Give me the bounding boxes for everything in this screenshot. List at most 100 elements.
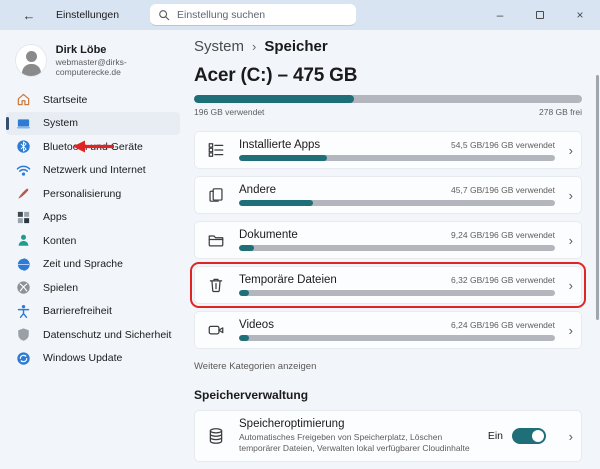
chevron-right-icon: › bbox=[555, 323, 573, 338]
back-button[interactable]: ← bbox=[14, 8, 44, 23]
storage-sense-description: Automatisches Freigeben von Speicherplat… bbox=[239, 432, 478, 454]
sidebar-item-barrierefreiheit[interactable]: Barrierefreiheit bbox=[6, 300, 180, 324]
sidebar-item-apps[interactable]: Apps bbox=[6, 206, 180, 230]
system-icon bbox=[16, 116, 31, 131]
other-files-icon bbox=[207, 186, 225, 204]
sidebar-item-bluetooth[interactable]: Bluetooth und Geräte bbox=[6, 135, 180, 159]
chevron-right-icon: › bbox=[555, 143, 573, 158]
category-progress-fill bbox=[239, 200, 313, 206]
category-usage: 6,24 GB/196 GB verwendet bbox=[451, 320, 555, 330]
person-icon bbox=[16, 233, 31, 248]
user-email: webmaster@dirks-computerecke.de bbox=[56, 57, 186, 77]
update-icon bbox=[16, 351, 31, 366]
maximize-icon bbox=[536, 11, 544, 19]
category-usage: 9,24 GB/196 GB verwendet bbox=[451, 230, 555, 240]
sidebar-item-windows-update[interactable]: Windows Update bbox=[6, 347, 180, 371]
sidebar-item-spielen[interactable]: Spielen bbox=[6, 276, 180, 300]
title-bar: ← Einstellungen – × bbox=[0, 0, 600, 30]
xbox-icon bbox=[16, 280, 31, 295]
documents-folder-icon bbox=[207, 231, 225, 249]
breadcrumb-separator-icon: › bbox=[252, 39, 256, 54]
sidebar-item-system[interactable]: System bbox=[6, 112, 180, 136]
installed-apps-icon bbox=[207, 141, 225, 159]
chevron-right-icon: › bbox=[555, 429, 573, 444]
settings-sidebar: Dirk Löbe webmaster@dirks-computerecke.d… bbox=[0, 30, 186, 469]
drive-title: Acer (C:) – 475 GB bbox=[194, 65, 582, 87]
category-label: Andere bbox=[239, 184, 276, 196]
home-icon bbox=[16, 92, 31, 107]
shield-icon bbox=[16, 327, 31, 342]
drive-progress-track bbox=[194, 95, 582, 103]
storage-category-list: Installierte Apps 54,5 GB/196 GB verwend… bbox=[194, 131, 582, 349]
vertical-scrollbar[interactable] bbox=[596, 75, 599, 320]
database-icon bbox=[207, 427, 225, 445]
window-title: Einstellungen bbox=[56, 9, 119, 21]
breadcrumb: System › Speicher bbox=[194, 38, 582, 55]
category-label: Installierte Apps bbox=[239, 139, 320, 151]
sidebar-item-konten[interactable]: Konten bbox=[6, 229, 180, 253]
drive-progress-fill bbox=[194, 95, 354, 103]
sidebar-nav: Startseite System Bluetooth und Geräte N… bbox=[0, 88, 186, 370]
sidebar-item-startseite[interactable]: Startseite bbox=[6, 88, 180, 112]
storage-sense-row[interactable]: Speicheroptimierung Automatisches Freige… bbox=[194, 410, 582, 462]
breadcrumb-current: Speicher bbox=[264, 38, 327, 55]
category-progress-fill bbox=[239, 245, 254, 251]
settings-search-box[interactable] bbox=[150, 4, 356, 26]
chevron-right-icon: › bbox=[555, 233, 573, 248]
category-row-installierte-apps[interactable]: Installierte Apps 54,5 GB/196 GB verwend… bbox=[194, 131, 582, 169]
category-progress-fill bbox=[239, 290, 249, 296]
storage-sense-label: Speicheroptimierung bbox=[239, 418, 478, 430]
storage-management-heading: Speicherverwaltung bbox=[194, 388, 582, 402]
sidebar-item-personalisierung[interactable]: Personalisierung bbox=[6, 182, 180, 206]
accessibility-icon bbox=[16, 304, 31, 319]
category-usage: 54,5 GB/196 GB verwendet bbox=[451, 140, 555, 150]
sidebar-item-label: Netzwerk und Internet bbox=[43, 164, 146, 176]
category-progress-track bbox=[239, 335, 555, 341]
category-usage: 45,7 GB/196 GB verwendet bbox=[451, 185, 555, 195]
apps-grid-icon bbox=[16, 210, 31, 225]
close-button[interactable]: × bbox=[560, 0, 600, 30]
toggle-state-label: Ein bbox=[488, 430, 503, 442]
show-more-categories-link[interactable]: Weitere Kategorien anzeigen bbox=[194, 361, 316, 372]
drive-free-label: 278 GB frei bbox=[539, 107, 582, 117]
chevron-right-icon: › bbox=[555, 188, 573, 203]
sidebar-item-label: Apps bbox=[43, 211, 67, 223]
sidebar-item-datenschutz[interactable]: Datenschutz und Sicherheit bbox=[6, 323, 180, 347]
user-profile[interactable]: Dirk Löbe webmaster@dirks-computerecke.d… bbox=[0, 40, 186, 80]
drive-used-label: 196 GB verwendet bbox=[194, 107, 264, 117]
category-row-andere[interactable]: Andere 45,7 GB/196 GB verwendet › bbox=[194, 176, 582, 214]
category-progress-track bbox=[239, 200, 555, 206]
breadcrumb-parent[interactable]: System bbox=[194, 38, 244, 55]
category-label: Videos bbox=[239, 319, 274, 331]
sidebar-item-label: System bbox=[43, 117, 78, 129]
sidebar-item-label: Windows Update bbox=[43, 352, 122, 364]
search-icon bbox=[158, 9, 170, 21]
category-progress-track bbox=[239, 290, 555, 296]
sidebar-item-label: Startseite bbox=[43, 94, 87, 106]
category-progress-fill bbox=[239, 335, 249, 341]
category-label: Temporäre Dateien bbox=[239, 274, 337, 286]
category-row-temporaere-dateien[interactable]: Temporäre Dateien 6,32 GB/196 GB verwend… bbox=[194, 266, 582, 304]
avatar bbox=[16, 45, 46, 76]
category-progress-track bbox=[239, 155, 555, 161]
bluetooth-icon bbox=[16, 139, 31, 154]
sidebar-item-zeit-sprache[interactable]: Zeit und Sprache bbox=[6, 253, 180, 277]
sidebar-item-netzwerk[interactable]: Netzwerk und Internet bbox=[6, 159, 180, 183]
chevron-right-icon: › bbox=[555, 278, 573, 293]
video-camera-icon bbox=[207, 321, 225, 339]
search-input[interactable] bbox=[177, 9, 348, 21]
maximize-button[interactable] bbox=[520, 0, 560, 30]
category-row-videos[interactable]: Videos 6,24 GB/196 GB verwendet › bbox=[194, 311, 582, 349]
wifi-icon bbox=[16, 163, 31, 178]
storage-sense-toggle[interactable] bbox=[512, 428, 546, 444]
user-name: Dirk Löbe bbox=[56, 44, 186, 57]
category-progress-fill bbox=[239, 155, 327, 161]
category-label: Dokumente bbox=[239, 229, 298, 241]
globe-clock-icon bbox=[16, 257, 31, 272]
minimize-button[interactable]: – bbox=[480, 0, 520, 30]
trash-icon bbox=[207, 276, 225, 294]
sidebar-item-label: Bluetooth und Geräte bbox=[43, 141, 143, 153]
category-progress-track bbox=[239, 245, 555, 251]
category-row-dokumente[interactable]: Dokumente 9,24 GB/196 GB verwendet › bbox=[194, 221, 582, 259]
sidebar-item-label: Barrierefreiheit bbox=[43, 305, 112, 317]
